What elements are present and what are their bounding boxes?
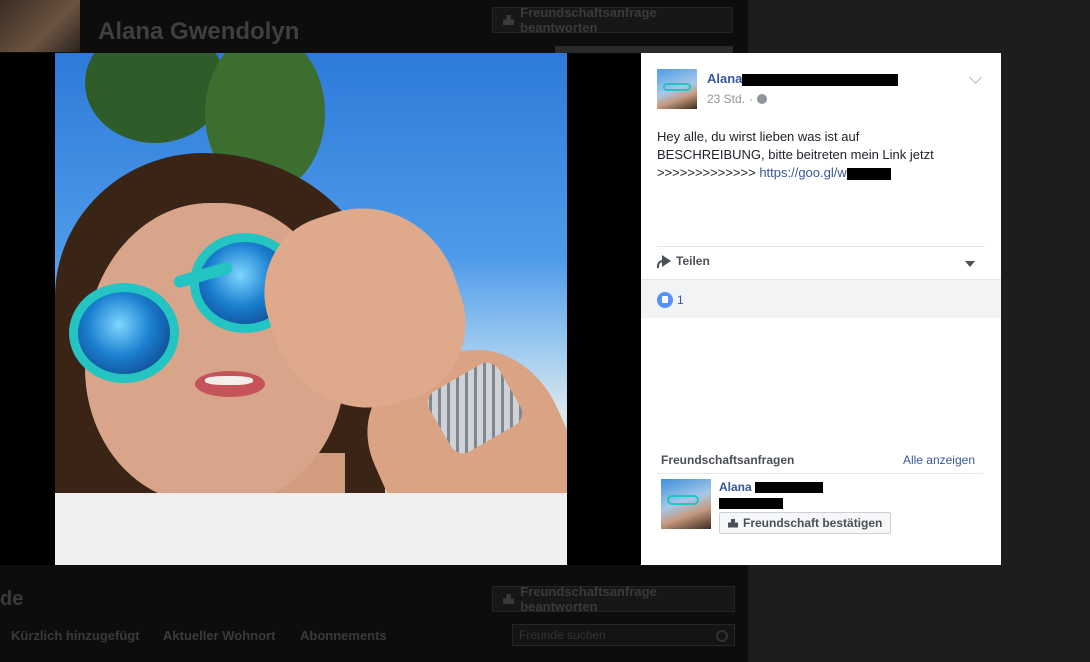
photo-lightbox: Alana 23 Std. · Hey alle, du wirst liebe… [0, 53, 1001, 565]
confirm-friend-button[interactable]: Freundschaft bestätigen [719, 512, 892, 534]
see-all-link[interactable]: Alle anzeigen [903, 453, 975, 467]
globe-icon [757, 94, 768, 104]
sunglasses-left-lens [69, 283, 179, 383]
post-link[interactable]: https://goo.gl/w [759, 165, 846, 180]
friends-search-input[interactable] [513, 625, 715, 645]
share-dropdown-icon[interactable] [965, 261, 975, 267]
divider [657, 473, 983, 474]
friends-search-box[interactable] [512, 624, 735, 646]
request-name[interactable]: Alana [719, 480, 823, 509]
search-icon [716, 630, 728, 642]
redaction-bar [742, 73, 899, 86]
confirm-button-label: Freundschaft bestätigen [743, 516, 883, 530]
redaction-bar [846, 167, 891, 180]
teeth-shape [205, 376, 253, 385]
redaction-bar [754, 482, 823, 494]
respond-button-label: Freundschaftsanfrage beantworten [520, 5, 657, 35]
redaction-bar [719, 497, 783, 509]
white-top [55, 493, 567, 565]
respond-friend-request-button[interactable]: Freundschaftsanfrage beantworten [492, 5, 733, 35]
like-icon[interactable] [657, 292, 673, 308]
post-sidebar: Alana 23 Std. · Hey alle, du wirst liebe… [641, 53, 1001, 565]
share-button[interactable]: Teilen [657, 254, 710, 268]
add-friend-icon [503, 15, 515, 25]
post-text-line: Hey alle, du wirst lieben was ist auf [657, 129, 860, 144]
author-name[interactable]: Alana [707, 71, 899, 86]
add-friend-icon [503, 594, 515, 604]
share-label: Teilen [676, 254, 710, 268]
post-text-line: >>>>>>>>>>>>> https://goo.gl/w [657, 164, 987, 182]
background-button-strip [555, 46, 733, 53]
friends-section-title: de [0, 588, 24, 610]
photo-stage [0, 53, 641, 565]
palm-tree [85, 53, 225, 143]
avatar-glasses [667, 495, 699, 505]
tab-following[interactable]: Abonnements [300, 628, 387, 643]
profile-name: Alana Gwendolyn [98, 18, 300, 45]
author-first-name: Alana [707, 71, 743, 86]
post-photo[interactable] [55, 53, 567, 565]
meta-separator: · [749, 92, 754, 106]
request-first-name: Alana [719, 480, 752, 494]
post-meta: 23 Std. · [707, 92, 768, 106]
chevron-down-icon[interactable] [969, 71, 982, 84]
reactions-bar: 1 [641, 279, 1001, 318]
friend-requests-title: Freundschaftsanfragen [661, 453, 795, 467]
post-text: Hey alle, du wirst lieben was ist auf BE… [657, 128, 987, 182]
tab-current-city[interactable]: Aktueller Wohnort [163, 628, 275, 643]
arrow-prefix: >>>>>>>>>>>>> [657, 165, 760, 180]
cover-photo-thumbnail [0, 0, 80, 52]
add-friend-icon [728, 518, 738, 528]
author-avatar[interactable] [657, 69, 697, 109]
share-icon [657, 255, 671, 268]
avatar-glasses [663, 83, 691, 91]
tab-recently-added[interactable]: Kürzlich hinzugefügt [11, 628, 140, 643]
respond-button-label: Freundschaftsanfrage beantworten [520, 584, 657, 614]
action-row: Teilen [657, 247, 985, 279]
post-time[interactable]: 23 Std. [707, 92, 745, 106]
respond-friend-request-button-2[interactable]: Freundschaftsanfrage beantworten [492, 584, 735, 614]
request-avatar[interactable] [661, 479, 711, 529]
post-text-line: BESCHREIBUNG, bitte beitreten mein Link … [657, 147, 934, 162]
like-count[interactable]: 1 [677, 293, 684, 307]
